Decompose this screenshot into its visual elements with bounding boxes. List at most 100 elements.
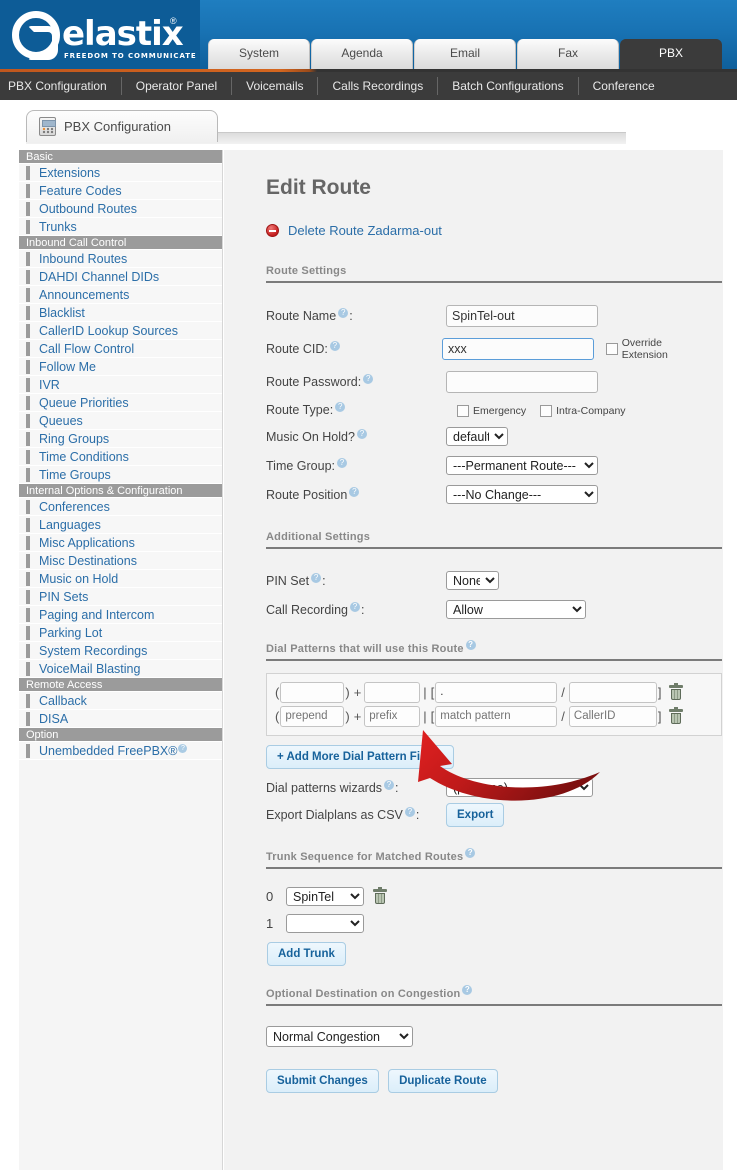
match-pattern-input[interactable] <box>435 705 558 727</box>
subnav-item-voicemails[interactable]: Voicemails <box>232 77 319 95</box>
help-icon[interactable]: ? <box>404 807 415 817</box>
trunk-select-1[interactable] <box>286 914 364 933</box>
field-route-type: Route Type:? Emergency Intra-Company <box>266 402 723 417</box>
route-position-select[interactable]: ---No Change--- <box>446 485 598 504</box>
add-trunk-button[interactable]: Add Trunk <box>267 942 346 966</box>
sidebar-item-call-flow-control[interactable]: Call Flow Control <box>19 340 222 358</box>
tab-email[interactable]: Email <box>414 39 516 69</box>
help-icon[interactable]: ? <box>349 486 360 497</box>
subnav-item-operator-panel[interactable]: Operator Panel <box>122 77 233 95</box>
call-recording-select[interactable]: Allow <box>446 600 586 619</box>
tab-pbx[interactable]: PBX <box>620 39 722 69</box>
congestion-destination-select[interactable]: Normal Congestion <box>266 1026 413 1047</box>
sidebar-item-parking-lot[interactable]: Parking Lot <box>19 624 222 642</box>
subnav-item-conference[interactable]: Conference <box>579 77 669 95</box>
brand-name: elastix <box>62 14 184 54</box>
sidebar-item-trunks[interactable]: Trunks <box>19 218 222 236</box>
help-icon[interactable]: ? <box>311 572 322 583</box>
pipe-sign: | <box>423 684 427 700</box>
sidebar-item-feature-codes[interactable]: Feature Codes <box>19 182 222 200</box>
help-icon[interactable]: ? <box>384 779 395 790</box>
duplicate-route-button[interactable]: Duplicate Route <box>388 1069 498 1093</box>
sidebar-item-unembedded-freepbx[interactable]: Unembedded FreePBX®? <box>19 742 222 760</box>
sidebar-item-follow-me[interactable]: Follow Me <box>19 358 222 376</box>
export-button[interactable]: Export <box>446 803 505 827</box>
add-dial-pattern-button[interactable]: + Add More Dial Pattern Fields <box>266 745 455 769</box>
sidebar-item-queues[interactable]: Queues <box>19 412 222 430</box>
tab-agenda[interactable]: Agenda <box>311 39 413 69</box>
callerid-input[interactable] <box>568 681 657 703</box>
sidebar-item-outbound-routes[interactable]: Outbound Routes <box>19 200 222 218</box>
sidebar-item-ivr[interactable]: IVR <box>19 376 222 394</box>
sidebar-item-misc-destinations[interactable]: Misc Destinations <box>19 552 222 570</box>
prepend-input[interactable] <box>280 705 345 727</box>
help-icon[interactable]: ? <box>363 374 374 384</box>
help-icon[interactable]: ? <box>465 640 476 650</box>
sidebar-item-pin-sets[interactable]: PIN Sets <box>19 588 222 606</box>
sidebar-item-music-on-hold[interactable]: Music on Hold <box>19 570 222 588</box>
help-icon[interactable]: ? <box>178 743 188 753</box>
sidebar-item-extensions[interactable]: Extensions <box>19 164 222 182</box>
intra-company-checkbox[interactable] <box>540 404 553 417</box>
help-icon[interactable]: ? <box>329 341 340 351</box>
help-icon[interactable]: ? <box>465 848 476 858</box>
sidebar-item-paging-and-intercom[interactable]: Paging and Intercom <box>19 606 222 624</box>
module-tab-pbx-configuration[interactable]: PBX Configuration <box>26 110 218 142</box>
help-icon[interactable]: ? <box>356 428 367 439</box>
sidebar-item-system-recordings[interactable]: System Recordings <box>19 642 222 660</box>
tab-fax[interactable]: Fax <box>517 39 619 69</box>
route-name-input[interactable] <box>446 305 598 327</box>
subnav-item-calls-recordings[interactable]: Calls Recordings <box>318 77 439 95</box>
close-bracket: ] <box>657 708 662 724</box>
label-text: Dial patterns wizards <box>266 780 383 795</box>
sidebar-item-announcements[interactable]: Announcements <box>19 286 222 304</box>
delete-dial-pattern-icon[interactable] <box>668 706 683 724</box>
sidebar-item-inbound-routes[interactable]: Inbound Routes <box>19 250 222 268</box>
delete-route-row[interactable]: Delete Route Zadarma-out <box>266 223 723 238</box>
help-icon[interactable]: ? <box>349 601 360 612</box>
sidebar-item-blacklist[interactable]: Blacklist <box>19 304 222 322</box>
route-cid-input[interactable] <box>441 338 594 360</box>
sidebar-item-disa[interactable]: DISA <box>19 710 222 728</box>
help-icon[interactable]: ? <box>338 308 349 318</box>
sidebar-item-ring-groups[interactable]: Ring Groups <box>19 430 222 448</box>
help-icon[interactable]: ? <box>335 402 346 412</box>
sidebar-item-callerid-lookup-sources[interactable]: CallerID Lookup Sources <box>19 322 222 340</box>
delete-trunk-icon[interactable] <box>373 887 387 904</box>
label-route-position: Route Position? <box>266 486 446 502</box>
sidebar-item-misc-applications[interactable]: Misc Applications <box>19 534 222 552</box>
slash-sign: / <box>561 684 565 700</box>
sidebar-item-dahdi-channel-dids[interactable]: DAHDI Channel DIDs <box>19 268 222 286</box>
callerid-input[interactable] <box>568 705 657 727</box>
sidebar-item-conferences[interactable]: Conferences <box>19 498 222 516</box>
submit-changes-button[interactable]: Submit Changes <box>266 1069 379 1093</box>
sidebar-item-languages[interactable]: Languages <box>19 516 222 534</box>
time-group-select[interactable]: ---Permanent Route--- <box>446 456 598 475</box>
sidebar-group-remote-access: Remote Access <box>19 678 222 692</box>
emergency-checkbox[interactable] <box>457 404 469 417</box>
tab-system[interactable]: System <box>208 39 310 69</box>
sidebar-item-voicemail-blasting[interactable]: VoiceMail Blasting <box>19 660 222 678</box>
section-divider <box>266 547 722 549</box>
override-extension-label: Override Extension <box>621 337 668 361</box>
delete-dial-pattern-icon[interactable] <box>668 682 683 700</box>
sidebar-item-callback[interactable]: Callback <box>19 692 222 710</box>
subnav-item-pbx-configuration[interactable]: PBX Configuration <box>0 77 122 95</box>
sidebar-item-queue-priorities[interactable]: Queue Priorities <box>19 394 222 412</box>
pin-set-select[interactable]: None <box>446 571 499 590</box>
override-extension-checkbox[interactable] <box>605 343 618 355</box>
trunk-select-0[interactable]: SpinTel <box>286 887 364 906</box>
subnav-item-batch-configurations[interactable]: Batch Configurations <box>438 77 579 95</box>
help-icon[interactable]: ? <box>462 985 473 995</box>
prefix-input[interactable] <box>364 705 421 727</box>
sidebar-item-time-groups[interactable]: Time Groups <box>19 466 222 484</box>
help-icon[interactable]: ? <box>337 457 348 468</box>
sidebar-item-time-conditions[interactable]: Time Conditions <box>19 448 222 466</box>
dial-pattern-wizard-select[interactable]: (pick one) <box>446 778 593 797</box>
match-pattern-input[interactable] <box>435 681 558 703</box>
prepend-input[interactable] <box>280 681 345 703</box>
music-on-hold-select[interactable]: default <box>446 427 508 446</box>
delete-route-link[interactable]: Delete Route Zadarma-out <box>288 223 442 238</box>
prefix-input[interactable] <box>364 681 421 703</box>
route-password-input[interactable] <box>446 371 598 393</box>
